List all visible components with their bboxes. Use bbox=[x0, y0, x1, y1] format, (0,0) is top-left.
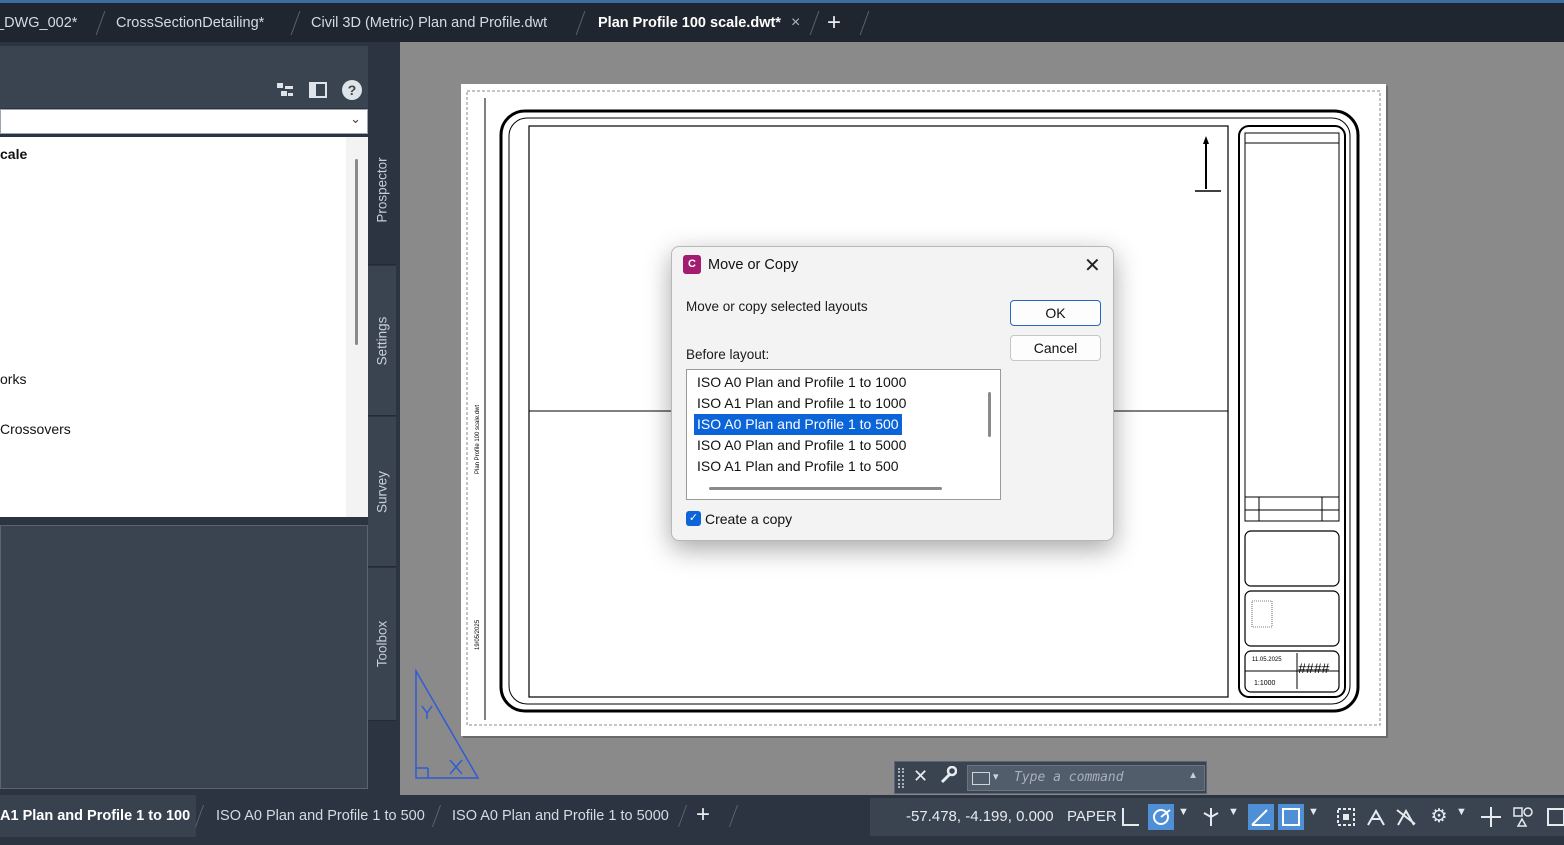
chevron-down-icon[interactable]: ▼ bbox=[1178, 806, 1189, 818]
tab-label: Survey bbox=[374, 470, 390, 513]
toolspace-vertical-tabs: Prospector Settings Survey Toolbox bbox=[368, 115, 396, 721]
layout-listbox[interactable]: ISO A0 Plan and Profile 1 to 1000 ISO A1… bbox=[686, 369, 1001, 500]
list-item[interactable]: ISO A1 Plan and Profile 1 to 500 bbox=[694, 456, 902, 477]
customize-icon[interactable] bbox=[1542, 804, 1564, 830]
chevron-down-icon[interactable]: ▼ bbox=[1228, 806, 1239, 818]
panel-toolbar: ? bbox=[0, 72, 368, 108]
item-view-icon[interactable] bbox=[275, 80, 295, 100]
tab-survey[interactable]: Survey bbox=[368, 417, 396, 567]
command-input[interactable]: Type a command ▲ bbox=[967, 765, 1205, 791]
sheet-vertical-text: Plan Profile 100 scale.dwt bbox=[475, 404, 481, 474]
tree-item[interactable]: Crossovers bbox=[0, 421, 71, 437]
object-snap-icon[interactable] bbox=[1278, 804, 1304, 830]
tab-separator bbox=[809, 11, 820, 35]
create-copy-label[interactable]: Create a copy bbox=[705, 511, 792, 527]
isodraft-icon[interactable] bbox=[1198, 804, 1224, 830]
create-copy-checkbox[interactable]: ✓ bbox=[686, 511, 701, 526]
wrench-icon[interactable] bbox=[939, 765, 958, 789]
layout-tab[interactable]: ISO A0 Plan and Profile 1 to 5000 bbox=[452, 795, 669, 837]
file-tab[interactable]: Civil 3D (Metric) Plan and Profile.dwt bbox=[311, 3, 547, 42]
plus-icon[interactable] bbox=[1478, 804, 1504, 830]
caret-up-icon[interactable]: ▲ bbox=[1188, 770, 1198, 781]
list-item[interactable]: ISO A0 Plan and Profile 1 to 5000 bbox=[694, 435, 909, 456]
ortho-icon[interactable] bbox=[1118, 804, 1144, 830]
command-prompt-icon[interactable] bbox=[972, 770, 999, 785]
panel-title-bar[interactable] bbox=[0, 46, 368, 72]
file-tab-active[interactable]: Plan Profile 100 scale.dwt* bbox=[598, 3, 781, 42]
coordinate-readout[interactable]: -57.478, -4.199, 0.000 bbox=[906, 798, 1054, 836]
tab-separator bbox=[431, 805, 442, 827]
close-icon[interactable]: ✕ bbox=[913, 766, 928, 787]
tab-separator bbox=[859, 11, 870, 35]
new-layout-button[interactable]: + bbox=[696, 795, 710, 835]
file-tab-bar: _DWG_002* CrossSectionDetailing* Civil 3… bbox=[0, 0, 1564, 42]
layout-tab-bar: A1 Plan and Profile 1 to 100 ISO A0 Plan… bbox=[0, 795, 1564, 845]
close-icon[interactable]: ✕ bbox=[1084, 253, 1101, 278]
annotation-scale-icon[interactable] bbox=[1393, 804, 1419, 830]
tree-item[interactable]: orks bbox=[0, 371, 26, 387]
chevron-down-icon: ⌄ bbox=[350, 111, 361, 126]
panel-layout-icon[interactable] bbox=[308, 80, 328, 100]
dialog-title: Move or Copy bbox=[708, 257, 799, 273]
file-tab[interactable]: _DWG_002* bbox=[0, 3, 77, 42]
tab-label: Prospector bbox=[374, 156, 390, 223]
close-icon[interactable]: × bbox=[791, 3, 800, 43]
tab-label: Settings bbox=[374, 316, 390, 365]
sheet-number: #### bbox=[1298, 660, 1330, 676]
tree-item[interactable]: cale bbox=[0, 146, 27, 162]
tab-prospector[interactable]: Prospector bbox=[368, 115, 396, 265]
tab-separator bbox=[194, 805, 205, 827]
grip-icon[interactable] bbox=[898, 768, 904, 788]
status-bar: -57.478, -4.199, 0.000 PAPER ▼ ▼ ▼ ⚙ ▼ bbox=[870, 798, 1564, 836]
scrollbar-thumb[interactable] bbox=[355, 159, 358, 345]
help-icon[interactable]: ? bbox=[342, 80, 362, 100]
sheet-date-vertical: 19/05/2025 bbox=[475, 619, 481, 650]
tab-settings[interactable]: Settings bbox=[368, 266, 396, 416]
list-item[interactable]: ISO A0 Plan and Profile 1 to 1000 bbox=[694, 372, 909, 393]
cancel-button[interactable]: Cancel bbox=[1010, 335, 1101, 361]
ok-button[interactable]: OK bbox=[1010, 300, 1101, 326]
ucs-icon bbox=[415, 668, 480, 779]
tab-separator bbox=[95, 11, 106, 35]
move-or-copy-dialog: C Move or Copy ✕ Move or copy selected l… bbox=[671, 246, 1114, 541]
view-dropdown[interactable]: ⌄ bbox=[0, 109, 368, 134]
object-snap-tracking-icon[interactable] bbox=[1248, 804, 1274, 830]
isolate-objects-icon[interactable] bbox=[1510, 804, 1536, 830]
new-tab-button[interactable]: + bbox=[827, 3, 841, 43]
chevron-down-icon[interactable]: ▼ bbox=[1456, 806, 1467, 818]
tab-toolbox[interactable]: Toolbox bbox=[368, 568, 396, 721]
tab-label: Toolbox bbox=[374, 620, 390, 668]
dialog-message: Move or copy selected layouts bbox=[686, 299, 868, 314]
horizontal-scrollbar-thumb[interactable] bbox=[709, 487, 942, 490]
annotation-visibility-icon[interactable] bbox=[1363, 804, 1389, 830]
prospector-tree: cale orks Crossovers bbox=[0, 137, 368, 517]
selection-cycling-icon[interactable] bbox=[1333, 804, 1359, 830]
file-tab[interactable]: CrossSectionDetailing* bbox=[116, 3, 264, 42]
layout-tab[interactable]: ISO A0 Plan and Profile 1 to 500 bbox=[216, 795, 425, 837]
polar-tracking-icon[interactable] bbox=[1148, 804, 1174, 830]
tab-separator bbox=[575, 11, 586, 35]
panel-details-area bbox=[0, 525, 368, 789]
command-line: ✕ Type a command ▲ bbox=[894, 761, 1207, 794]
app-icon: C bbox=[683, 255, 701, 274]
paper-space-toggle[interactable]: PAPER bbox=[1067, 798, 1117, 836]
toolspace-panel: ? ⌄ cale orks Crossovers Prospector Sett… bbox=[0, 42, 400, 795]
tab-separator bbox=[728, 805, 739, 827]
list-item-selected[interactable]: ISO A0 Plan and Profile 1 to 500 bbox=[694, 414, 902, 435]
gear-icon[interactable]: ⚙ bbox=[1426, 804, 1452, 830]
list-item[interactable]: ISO A1 Plan and Profile 1 to 1000 bbox=[694, 393, 909, 414]
tab-separator bbox=[290, 11, 301, 35]
vertical-scrollbar-thumb[interactable] bbox=[988, 392, 991, 437]
tab-separator bbox=[677, 805, 688, 827]
sheet-date: 11.05.2025 bbox=[1252, 657, 1282, 663]
layout-tab-active[interactable]: A1 Plan and Profile 1 to 100 bbox=[0, 795, 197, 837]
before-layout-label: Before layout: bbox=[686, 347, 770, 362]
chevron-down-icon[interactable]: ▼ bbox=[1308, 806, 1319, 818]
sheet-scale: 1:1000 bbox=[1254, 680, 1276, 687]
tree-scrollbar[interactable] bbox=[346, 137, 368, 517]
command-placeholder: Type a command bbox=[1014, 770, 1124, 785]
